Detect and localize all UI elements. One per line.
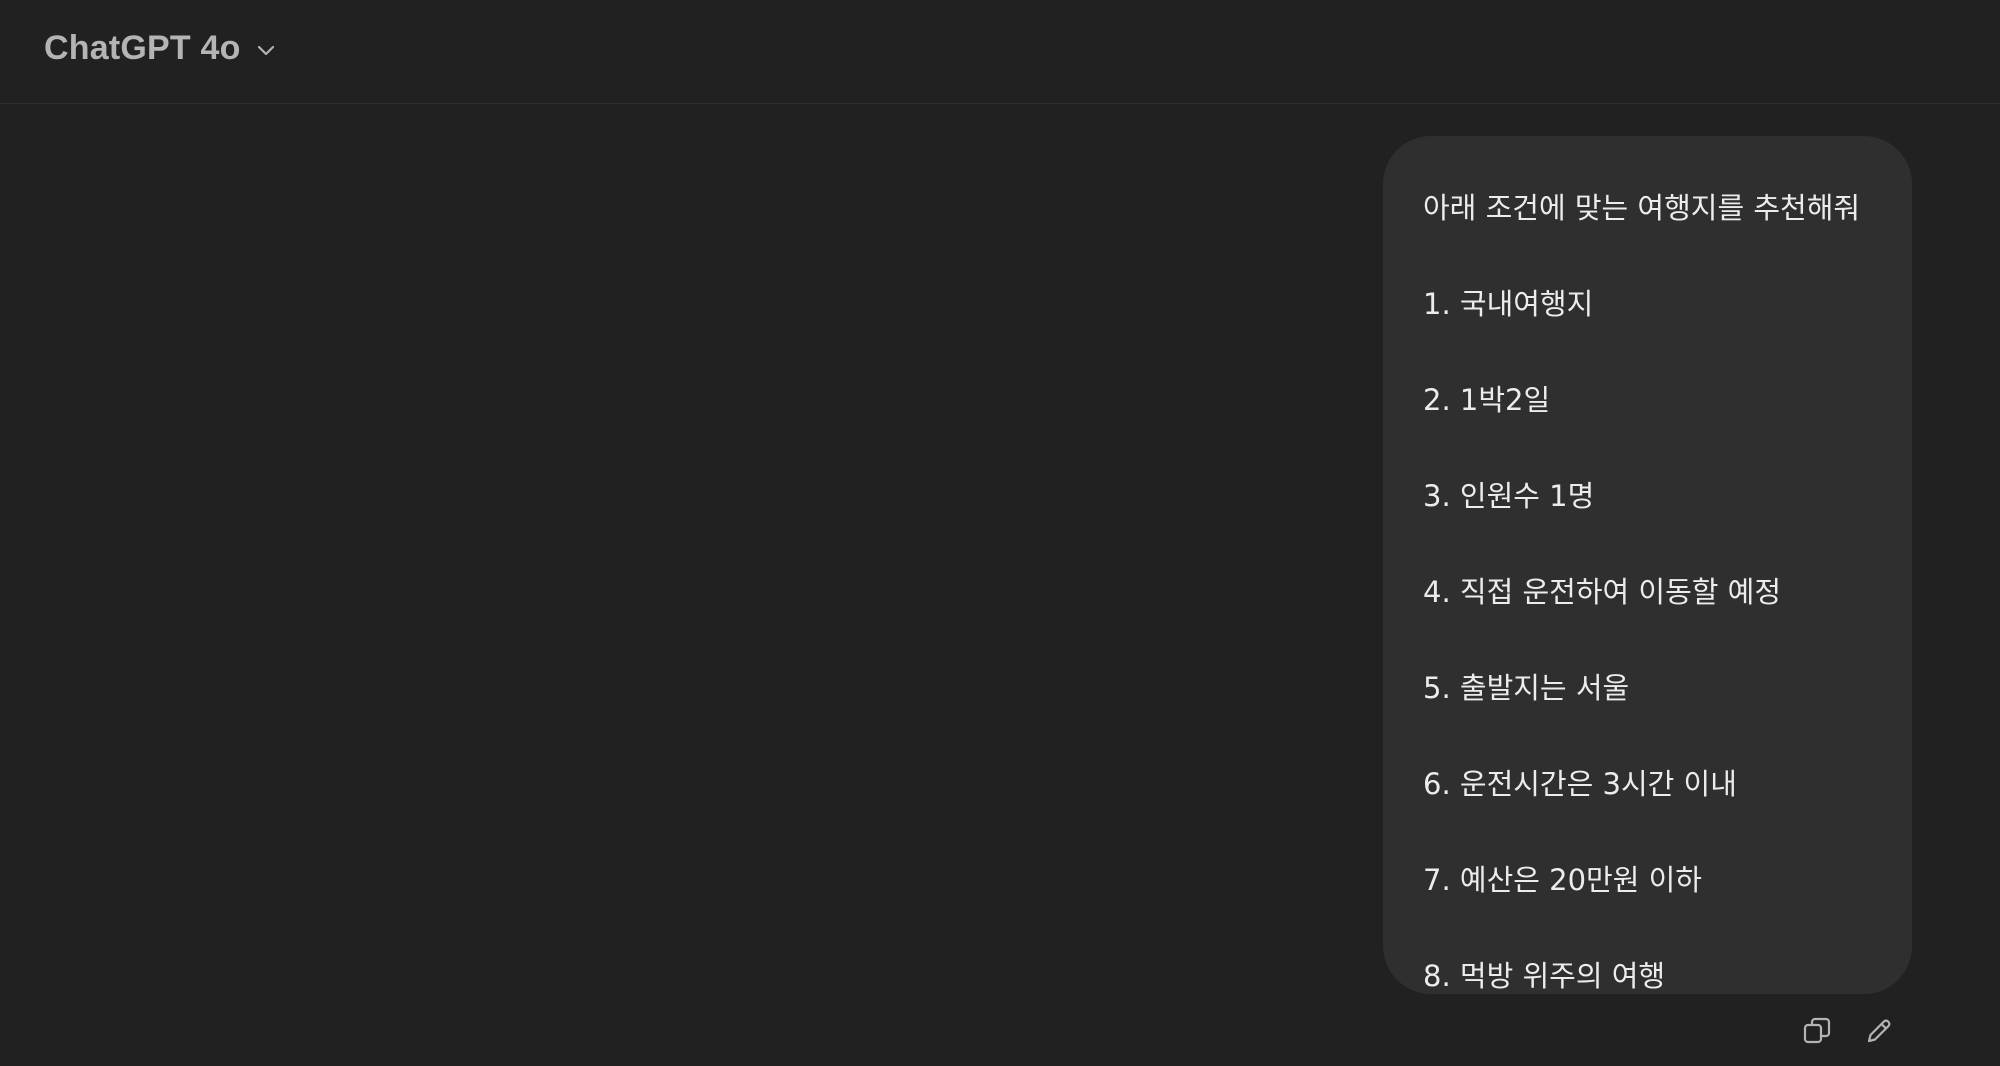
edit-button[interactable] <box>1862 1014 1896 1048</box>
conversation-area: 아래 조건에 맞는 여행지를 추천해줘 1. 국내여행지 2. 1박2일 3. … <box>0 104 2000 1066</box>
message-line: 1. 국내여행지 <box>1423 287 1594 321</box>
message-line: 6. 운전시간은 3시간 이내 <box>1423 767 1737 801</box>
chevron-down-icon <box>253 37 279 63</box>
message-line: 3. 인원수 1명 <box>1423 479 1595 513</box>
copy-button[interactable] <box>1800 1014 1834 1048</box>
edit-pencil-icon <box>1863 1015 1895 1047</box>
user-message-bubble: 아래 조건에 맞는 여행지를 추천해줘 1. 국내여행지 2. 1박2일 3. … <box>1383 136 1912 994</box>
message-line: 2. 1박2일 <box>1423 383 1551 417</box>
top-header: ChatGPT 4o <box>0 0 2000 104</box>
copy-icon <box>1801 1015 1833 1047</box>
model-selector-button[interactable]: ChatGPT 4o <box>34 22 289 74</box>
message-actions <box>1800 1014 1896 1048</box>
message-line: 아래 조건에 맞는 여행지를 추천해줘 <box>1423 191 1861 225</box>
message-line: 7. 예산은 20만원 이하 <box>1423 863 1702 897</box>
message-line: 5. 출발지는 서울 <box>1423 671 1630 705</box>
message-line: 8. 먹방 위주의 여행 <box>1423 959 1666 993</box>
message-line: 4. 직접 운전하여 이동할 예정 <box>1423 575 1782 609</box>
model-title: ChatGPT 4o <box>44 28 241 67</box>
